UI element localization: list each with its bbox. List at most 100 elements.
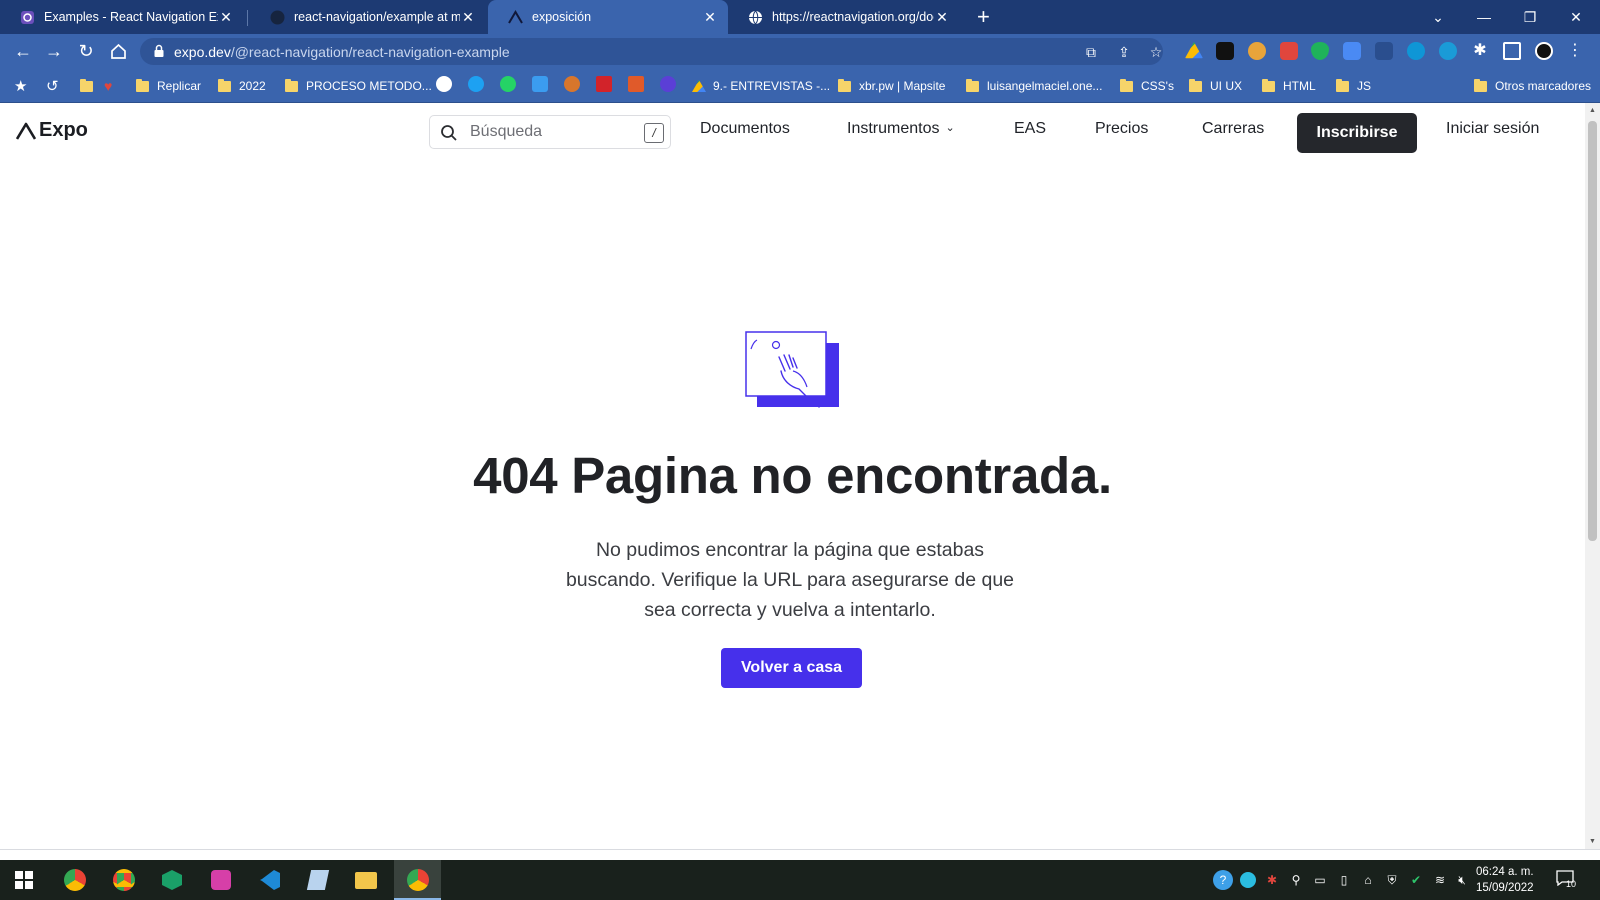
tray-monitor-icon[interactable]: ▭ [1312,872,1328,888]
nav-pricing[interactable]: Precios [1095,120,1148,138]
back-home-button[interactable]: Volver a casa [721,648,862,688]
expo-logo[interactable]: Expo [16,119,88,142]
bookmark-2022[interactable]: 2022 [218,69,266,103]
bookmark-site-icon[interactable] [596,76,612,92]
bookmark-site-icon[interactable] [436,76,452,92]
forward-button[interactable]: → [39,34,69,69]
vscode-icon[interactable] [256,866,284,894]
speaker-muted-icon[interactable]: 🔇︎ [1454,872,1470,888]
bookmark-star-icon[interactable]: ☆ [1147,43,1165,61]
windows-start-icon[interactable] [10,866,38,894]
share-icon[interactable]: ⇪ [1115,43,1133,61]
system-clock[interactable]: 06:24 a. m. 15/09/2022 [1476,864,1534,896]
minimize-button[interactable]: — [1462,0,1506,34]
tab-expo[interactable]: exposición ✕ [488,0,728,34]
tray-app-icon[interactable]: ⚲ [1288,872,1304,888]
cookie-extension-icon[interactable] [1248,42,1266,60]
circle-extension-icon[interactable] [1439,42,1457,60]
browser-tab-strip: Examples - React Navigation Exa ✕ react-… [0,0,1600,34]
nav-docs[interactable]: Documentos [700,120,790,138]
bookmark-entrevistas[interactable]: 9.- ENTREVISTAS -... [692,69,830,103]
wifi-icon[interactable]: ≋ [1432,872,1448,888]
chrome-profile-icon[interactable] [61,866,89,894]
tab-examples[interactable]: Examples - React Navigation Exa ✕ [0,0,244,34]
heart-icon[interactable]: ♥ [104,69,112,103]
nav-eas[interactable]: EAS [1014,120,1046,138]
pocket-extension-icon[interactable] [1216,42,1234,60]
chrome-icon[interactable] [110,866,138,894]
menu-kebab-icon[interactable]: ⋮ [1566,42,1584,60]
folder-icon [966,78,979,92]
twitter-icon[interactable] [468,76,484,92]
file-explorer-icon[interactable] [352,866,380,894]
address-bar[interactable]: expo.dev/@react-navigation/react-navigat… [140,38,1163,65]
tray-device-icon[interactable]: ▯ [1336,872,1352,888]
bookmark-site-icon[interactable] [564,76,580,92]
bookmark-folder[interactable] [80,69,101,103]
tab-reactnavigation-docs[interactable]: https://reactnavigation.org/docs/ ✕ [728,0,960,34]
login-link[interactable]: Iniciar sesión [1446,120,1539,138]
search-input[interactable] [470,123,630,141]
app-green-icon[interactable] [158,866,186,894]
reload-button[interactable]: ↻ [71,34,101,69]
notification-center-icon[interactable]: 10 [1556,870,1578,890]
new-tab-button[interactable]: + [977,4,990,30]
nav-careers[interactable]: Carreras [1202,120,1264,138]
bookmark-js[interactable]: JS [1336,69,1371,103]
scroll-up-icon[interactable]: ▲ [1588,107,1597,114]
chrome-window-icon[interactable] [404,866,432,894]
tab-divider [247,10,248,26]
cloud-icon[interactable] [532,76,548,92]
bookmark-label: UI UX [1210,79,1243,93]
close-icon[interactable]: ✕ [218,9,234,26]
tray-check-icon[interactable]: ✔ [1408,872,1424,888]
bookmark-replicar[interactable]: Replicar [136,69,201,103]
restore-button[interactable]: ❐ [1508,0,1552,34]
bookmark-luisangel[interactable]: luisangelmaciel.one... [966,69,1102,103]
scrollbar-thumb[interactable] [1588,121,1597,541]
bookmark-html[interactable]: HTML [1262,69,1316,103]
tab-search-icon[interactable]: ⌄ [1416,0,1460,34]
bookmark-site-icon[interactable] [660,76,676,92]
hp-extension-icon[interactable] [1407,42,1425,60]
home-button[interactable] [103,34,133,69]
bookmark-otros[interactable]: Otros marcadores [1474,69,1591,103]
notepad-icon[interactable] [304,866,332,894]
app-pink-icon[interactable] [207,866,235,894]
tray-lock-icon[interactable]: ⌂ [1360,872,1376,888]
tab-github[interactable]: react-navigation/example at mai ✕ [250,0,486,34]
mail-extension-icon[interactable] [1375,42,1393,60]
react-navigation-icon [20,10,35,25]
signup-button[interactable]: Inscribirse [1297,113,1417,153]
close-icon[interactable]: ✕ [934,9,950,26]
translate-icon[interactable]: ⧉ [1082,43,1100,61]
folder-icon [838,78,851,92]
bookmark-proceso-metodo[interactable]: PROCESO METODO... [285,69,432,103]
close-icon[interactable]: ✕ [460,9,476,26]
sidepanel-icon[interactable] [1503,42,1521,60]
history-icon[interactable]: ↺ [46,69,59,103]
url-path: /@react-navigation/react-navigation-exam… [230,44,510,60]
bookmark-site-icon[interactable] [628,76,644,92]
search-box[interactable]: / [429,115,671,149]
tab-title: Examples - React Navigation Exa [44,10,218,24]
help-icon[interactable]: ? [1213,870,1233,890]
tray-red-icon[interactable]: ✱ [1264,872,1280,888]
page-scrollbar[interactable]: ▲ ▼ [1585,103,1600,850]
nav-tools[interactable]: Instrumentos ⌄ [847,120,955,138]
tray-shield-icon[interactable]: ⛨ [1384,872,1400,888]
profile-avatar[interactable] [1535,42,1553,60]
bookmark-xbr[interactable]: xbr.pw | Mapsite [838,69,945,103]
scroll-down-icon[interactable]: ▼ [1588,838,1597,845]
puzzle-extensions-icon[interactable]: ✱ [1471,42,1489,60]
bookmark-css[interactable]: CSS's [1120,69,1174,103]
translate-extension-icon[interactable] [1343,42,1361,60]
bookmark-uiux[interactable]: UI UX [1189,69,1242,103]
close-icon[interactable]: ✕ [702,9,718,26]
cloud-tray-icon[interactable] [1240,872,1256,888]
whatsapp-icon[interactable] [500,76,516,92]
bookmarks-star-icon[interactable]: ★ [14,69,27,103]
back-button[interactable]: ← [8,34,38,69]
close-window-button[interactable]: ✕ [1554,0,1598,34]
extension-red-icon[interactable] [1280,42,1298,60]
